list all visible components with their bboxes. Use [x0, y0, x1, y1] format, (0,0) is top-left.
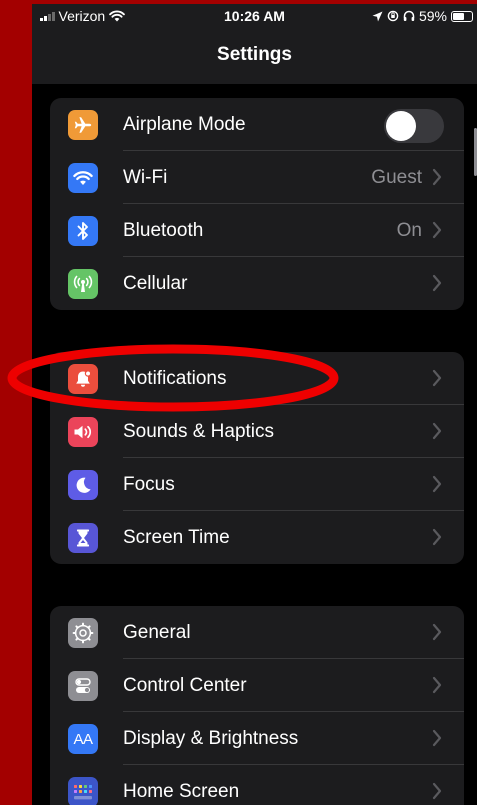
general-icon-tile [68, 618, 98, 648]
chevron-right-icon [432, 528, 442, 546]
airplane-mode-toggle[interactable] [384, 109, 444, 143]
row-label: Cellular [123, 273, 188, 294]
battery-icon [451, 10, 473, 22]
row-label: Sounds & Haptics [123, 421, 275, 442]
wifi-network-value: Guest [371, 167, 422, 188]
chevron-right-icon [432, 729, 442, 747]
battery-percent: 59% [418, 8, 447, 24]
headphones-icon [403, 10, 415, 21]
chevron-right-icon [432, 369, 442, 387]
cellular-icon [73, 275, 93, 292]
settings-row-cellular[interactable]: Cellular [50, 257, 464, 310]
row-label: Notifications [123, 368, 227, 389]
frame-border-left [0, 0, 32, 805]
row-label: Display & Brightness [123, 728, 299, 749]
bluetooth-icon [77, 222, 88, 240]
settings-row-control-center[interactable]: Control Center [50, 659, 464, 712]
row-label: General [123, 622, 191, 643]
home-screen-icon-tile [68, 777, 98, 805]
row-label: Home Screen [123, 781, 240, 802]
control-center-icon-tile [68, 671, 98, 701]
settings-row-bluetooth[interactable]: Bluetooth On [50, 204, 464, 257]
chevron-right-icon [432, 168, 442, 186]
focus-icon-tile [68, 470, 98, 500]
settings-group-connectivity: Airplane Mode Wi-Fi Guest Bluetooth On C… [50, 98, 464, 310]
settings-row-display-brightness[interactable]: AA Display & Brightness [50, 712, 464, 765]
settings-row-general[interactable]: General [50, 606, 464, 659]
row-label: Airplane Mode [123, 114, 246, 135]
chevron-right-icon [432, 676, 442, 694]
row-label: Bluetooth [123, 220, 204, 241]
settings-row-screen-time[interactable]: Screen Time [50, 511, 464, 564]
settings-row-notifications[interactable]: Notifications [50, 352, 464, 405]
settings-group-general: General Control Center AA Display & Brig… [50, 606, 464, 805]
location-arrow-icon [372, 11, 383, 21]
sounds-icon-tile [68, 417, 98, 447]
gear-icon [72, 622, 94, 644]
settings-row-airplane-mode[interactable]: Airplane Mode [50, 98, 464, 151]
row-label: Focus [123, 474, 175, 495]
airplane-icon [74, 117, 92, 133]
bluetooth-icon-tile [68, 216, 98, 246]
row-label: Wi-Fi [123, 167, 168, 188]
screen-time-icon-tile [68, 523, 98, 553]
settings-row-focus[interactable]: Focus [50, 458, 464, 511]
bluetooth-status-value: On [396, 220, 422, 241]
display-icon-tile: AA [68, 724, 98, 754]
bell-icon [76, 370, 92, 387]
status-bar: Verizon 10:26 AM 59% [32, 4, 477, 28]
navigation-bar: Settings [32, 28, 477, 84]
settings-group-notifications: Notifications Sounds & Haptics Focus Scr… [50, 352, 464, 564]
chevron-right-icon [432, 782, 442, 800]
chevron-right-icon [432, 623, 442, 641]
airplane-icon-tile [68, 110, 98, 140]
page-title: Settings [217, 44, 292, 65]
settings-row-sounds-haptics[interactable]: Sounds & Haptics [50, 405, 464, 458]
chevron-right-icon [432, 475, 442, 493]
hourglass-icon [77, 529, 89, 547]
toggle-knob [386, 111, 416, 141]
row-label: Screen Time [123, 527, 230, 548]
orientation-lock-icon [387, 10, 399, 22]
wifi-icon-tile [68, 163, 98, 193]
app-grid-icon [74, 785, 92, 800]
wifi-icon [73, 171, 93, 185]
chevron-right-icon [432, 221, 442, 239]
status-right: 59% [372, 8, 473, 24]
moon-icon [76, 477, 91, 493]
row-label: Control Center [123, 675, 247, 696]
settings-row-wifi[interactable]: Wi-Fi Guest [50, 151, 464, 204]
battery-level-fill [453, 12, 464, 20]
settings-screen: Verizon 10:26 AM 59% Settings Airplane M… [32, 4, 477, 805]
speaker-icon [74, 425, 92, 439]
cellular-icon-tile [68, 269, 98, 299]
chevron-right-icon [432, 422, 442, 440]
text-size-icon: AA [73, 730, 93, 748]
switches-icon [75, 678, 91, 693]
chevron-right-icon [432, 274, 442, 292]
notifications-icon-tile [68, 364, 98, 394]
settings-row-home-screen[interactable]: Home Screen [50, 765, 464, 805]
